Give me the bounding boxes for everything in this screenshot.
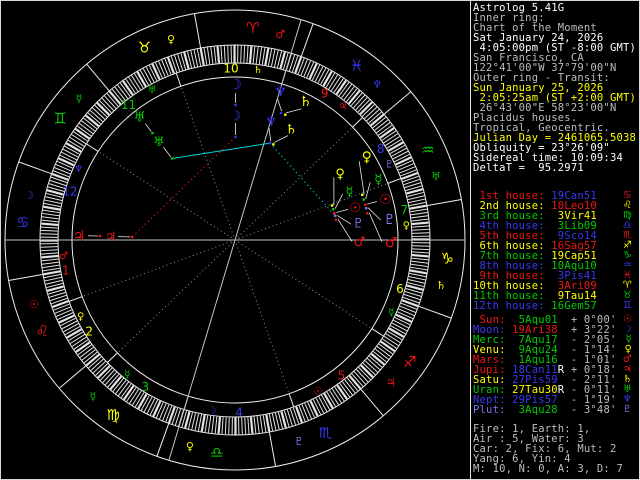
sign-ruler-icon: ☿	[89, 390, 96, 403]
sign-ruler-icon: ☽	[24, 189, 34, 202]
sign-gemini-icon: ♊	[53, 110, 66, 128]
info-text: DeltaT = 95.2971	[473, 162, 584, 174]
sign-aquarius-icon: ♒	[421, 141, 434, 159]
sign-taurus-icon: ♉	[138, 39, 151, 57]
house-ruler-icon: ♀	[77, 312, 84, 323]
outer-ring-jupiter-icon: ♃	[73, 229, 86, 245]
outer-ring-moon-icon: ☽	[229, 77, 242, 93]
inner-ring-sun-icon: ☉	[349, 201, 361, 216]
outer-ring-saturn-icon: ♄	[299, 94, 312, 110]
outer-ring-sun-icon: ☉	[379, 192, 392, 208]
house-number: 10	[223, 61, 238, 75]
sign-libra-icon: ♎	[210, 444, 223, 462]
planet-icon: ♇	[623, 405, 632, 415]
house-number: 9	[321, 87, 329, 101]
sign-ruler-icon: ☉	[29, 298, 39, 311]
sign-ruler-icon: ♅	[431, 170, 441, 183]
planet-label: Plut:	[473, 404, 506, 416]
aspect-lines	[132, 137, 335, 237]
inner-ring-saturn-icon: ♄	[285, 123, 297, 138]
planet-position-value: 3Aqu28	[506, 404, 558, 416]
house-ruler-icon: ♀	[403, 220, 410, 231]
house-ruler-icon: ☿	[124, 370, 130, 381]
house-number: 11	[121, 98, 136, 112]
sign-sagittarius-icon: ♐	[403, 353, 416, 371]
sign-ruler-icon: ♆	[372, 78, 382, 91]
inner-ring-venus-icon: ♀	[335, 167, 345, 182]
planet-position-list: Sun: 5Aqu01 + 0°00'☉Moon: 19Ari38 + 3°22…	[473, 315, 638, 415]
house-ruler-icon: ♇	[385, 160, 394, 171]
sign-ruler-icon: ♀	[186, 440, 194, 453]
sign-capricorn-icon: ♑	[441, 249, 454, 267]
sign-scorpio-icon: ♏	[319, 424, 333, 442]
outer-ring-pluto-icon: ♇	[383, 212, 396, 228]
info-line: DeltaT = 95.2971	[473, 163, 638, 173]
chart-info-header: Astrolog 5.41GInner ring:Chart of the Mo…	[473, 3, 638, 173]
house-cusp-list: 1st house: 19Can51♋ 2nd house: 10Leo10♌ …	[473, 191, 638, 311]
element-totals: Fire: 1, Earth: 1,Air : 5, Water: 3Car: …	[473, 424, 638, 474]
inner-ring-jupiter-icon: ♃	[105, 230, 117, 245]
house-number: 6	[396, 282, 404, 296]
inner-ring-mercury-icon: ☿	[345, 185, 353, 200]
house-ruler-icon: ♄	[253, 65, 262, 76]
outer-ring-neptune-icon: ♆	[274, 84, 287, 100]
sign-aries-icon: ♈	[246, 19, 259, 37]
house-number: 4	[235, 405, 243, 419]
sign-pisces-icon: ♓	[350, 57, 363, 75]
zodiac-sign-icon: ♊	[623, 301, 632, 311]
inner-ring-moon-icon: ☽	[230, 109, 242, 124]
planet-row: Plut: 3Aqu28 - 3°48' ♇	[473, 405, 638, 415]
house-ruler-icon: ♅	[148, 85, 157, 96]
inner-ring-mars-icon: ♂	[354, 235, 366, 250]
panel-divider	[470, 0, 471, 480]
astrolog-window: ☉☉☽☽☿☿♀♀♂♂♃♃♄♄♅♅♆♆♇♇1♂2♀3☿4☽5☉6☿7♀8♇9♃10…	[0, 0, 640, 480]
house-number: 1	[62, 264, 70, 278]
house-number: 2	[85, 325, 93, 339]
house-number: 5	[338, 368, 346, 382]
house-ruler-icon: ☉	[313, 386, 322, 397]
planet-latitude: - 3°48'	[564, 404, 616, 416]
sign-ruler-icon: ♄	[436, 279, 446, 292]
house-number: 8	[377, 142, 385, 156]
house-label: 12th house:	[473, 300, 545, 312]
house-row: 12th house: 16Gem57 ♊	[473, 301, 638, 311]
house-ruler-icon: ☿	[388, 307, 394, 318]
house-ruler-icon: ☽	[208, 406, 217, 417]
info-panel: Astrolog 5.41GInner ring:Chart of the Mo…	[473, 3, 638, 474]
sign-ruler-icon: ♃	[386, 376, 396, 389]
sign-ruler-icon: ♀	[167, 33, 175, 46]
outer-ring-venus-icon: ♀	[362, 150, 372, 166]
outer-ring-mercury-icon: ☿	[374, 172, 383, 188]
inner-ring-pluto-icon: ♇	[353, 217, 365, 232]
outer-ring-mars-icon: ♂	[385, 235, 398, 251]
house-cusp-value: 16Gem57	[545, 300, 597, 312]
house-number: 12	[62, 185, 77, 199]
inner-ring-uranus-icon: ♅	[153, 135, 165, 150]
totals-line: M: 10, N: 0, A: 3, D: 7	[473, 464, 638, 474]
house-ruler-icon: ♂	[59, 251, 68, 262]
sign-ruler-icon: ♇	[294, 435, 304, 448]
sign-virgo-icon: ♍	[107, 406, 120, 424]
inner-ring-neptune-icon: ♆	[265, 115, 277, 130]
house-number: 7	[400, 203, 408, 217]
house-number: 3	[141, 380, 149, 394]
totals-text: M: 10, N: 0, A: 3, D: 7	[473, 463, 623, 475]
sign-leo-icon: ♌	[35, 322, 48, 340]
sign-cancer-icon: ♋	[16, 213, 29, 231]
house-ruler-icon: ♆	[74, 164, 83, 175]
sign-ruler-icon: ☿	[76, 92, 83, 105]
house-ruler-icon: ♃	[338, 102, 347, 113]
sign-ruler-icon: ♂	[275, 28, 285, 41]
chart-wheel: ☉☉☽☽☿☿♀♀♂♂♃♃♄♄♅♅♆♆♇♇1♂2♀3☿4☽5☉6☿7♀8♇9♃10…	[0, 0, 470, 480]
